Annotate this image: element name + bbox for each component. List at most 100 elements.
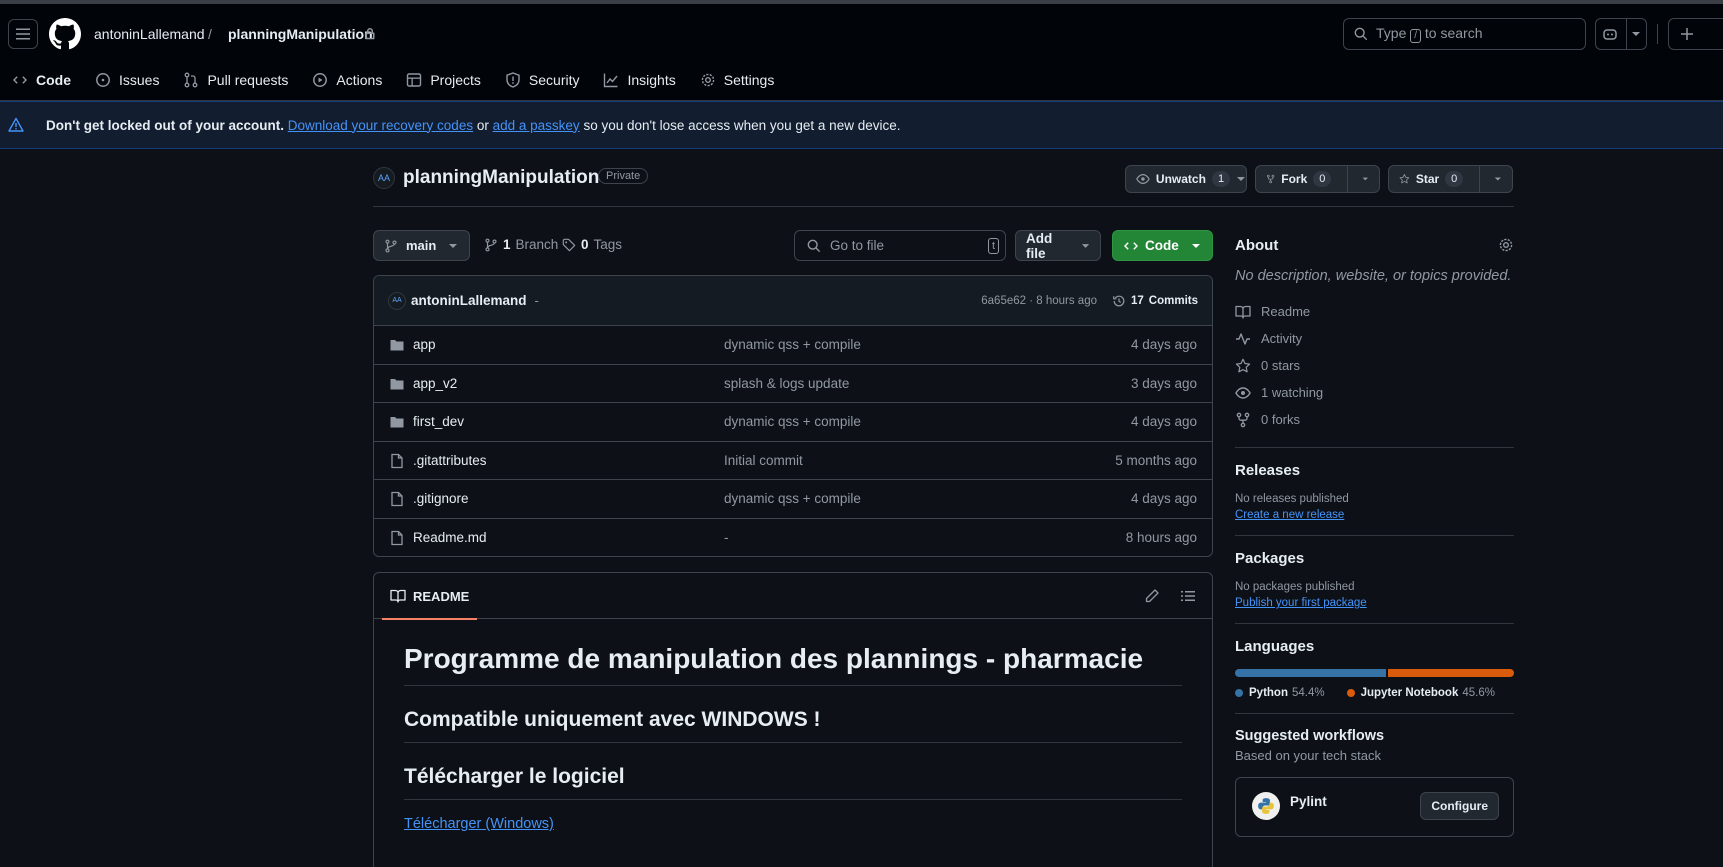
- file-row[interactable]: Readme.md - 8 hours ago: [374, 519, 1212, 557]
- activity-link[interactable]: Activity: [1235, 325, 1514, 352]
- about-description: No description, website, or topics provi…: [1235, 268, 1512, 284]
- tags-link[interactable]: 0 Tags: [562, 237, 622, 252]
- github-logo-icon[interactable]: [49, 18, 81, 50]
- list-outline-icon[interactable]: [1180, 588, 1196, 604]
- tab-security[interactable]: Security: [497, 63, 588, 97]
- repo-nav-tabs: Code Issues Pull requests Actions Projec…: [0, 63, 786, 105]
- commit-hash-time[interactable]: 6a65e62 · 8 hours ago: [981, 295, 1097, 307]
- tab-projects[interactable]: Projects: [398, 63, 489, 97]
- book-icon: [390, 589, 406, 603]
- file-commit-message[interactable]: splash & logs update: [724, 376, 849, 391]
- tab-insights[interactable]: Insights: [595, 63, 683, 97]
- forks-link[interactable]: 0 forks: [1235, 406, 1514, 433]
- file-commit-message[interactable]: dynamic qss + compile: [724, 337, 861, 352]
- add-passkey-link[interactable]: add a passkey: [493, 118, 580, 133]
- language-bar-python: [1235, 669, 1386, 677]
- python-logo-icon: [1252, 792, 1280, 820]
- add-file-button[interactable]: Add file: [1015, 230, 1101, 261]
- language-jupyter[interactable]: Jupyter Notebook 45.6%: [1346, 687, 1495, 699]
- file-commit-message[interactable]: Initial commit: [724, 453, 803, 468]
- readme-link[interactable]: Readme: [1235, 298, 1514, 325]
- readme-panel: README Programme de manipulation des pla…: [373, 572, 1213, 867]
- go-to-file-input[interactable]: Go to file t: [794, 230, 1006, 261]
- file-date: 4 days ago: [1130, 491, 1197, 507]
- workflows-subtitle: Based on your tech stack: [1235, 748, 1381, 763]
- download-link[interactable]: Télécharger (Windows): [404, 816, 554, 832]
- file-row[interactable]: first_dev dynamic qss + compile 4 days a…: [374, 403, 1212, 442]
- packages-title[interactable]: Packages: [1235, 550, 1514, 567]
- releases-title[interactable]: Releases: [1235, 462, 1514, 479]
- create-release-link[interactable]: Create a new release: [1235, 509, 1344, 521]
- breadcrumb-repo[interactable]: planningManipulation: [228, 26, 373, 42]
- publish-package-link[interactable]: Publish your first package: [1235, 597, 1367, 609]
- gear-icon[interactable]: [1498, 237, 1514, 253]
- pencil-icon[interactable]: [1144, 588, 1160, 604]
- readme-heading-download: Télécharger le logiciel: [404, 765, 1182, 800]
- file-row[interactable]: .gitignore dynamic qss + compile 4 days …: [374, 480, 1212, 519]
- chevron-down-icon: [1191, 243, 1200, 248]
- tab-code[interactable]: Code: [4, 63, 79, 104]
- python-dot: [1235, 689, 1243, 697]
- repo-title[interactable]: planningManipulation: [403, 167, 599, 189]
- tab-issues[interactable]: Issues: [87, 63, 167, 97]
- file-name[interactable]: first_dev: [413, 414, 464, 429]
- about-title: About: [1235, 236, 1279, 254]
- commits-link[interactable]: 17 Commits: [1112, 294, 1198, 308]
- configure-button[interactable]: Configure: [1420, 792, 1499, 820]
- commit-message[interactable]: -: [535, 293, 539, 308]
- tags-count: 0: [581, 237, 589, 252]
- workflow-card: Pylint Configure: [1235, 777, 1514, 837]
- file-name[interactable]: Readme.md: [413, 530, 487, 545]
- commit-author[interactable]: antoninLallemand: [411, 293, 527, 308]
- author-avatar[interactable]: AA: [388, 291, 406, 310]
- search-icon: [1354, 27, 1368, 41]
- file-name[interactable]: .gitignore: [413, 491, 469, 506]
- branches-link[interactable]: 1 Branch: [484, 237, 558, 252]
- file-row[interactable]: app_v2 splash & logs update 3 days ago: [374, 365, 1212, 403]
- language-bar-jupyter: [1387, 669, 1514, 677]
- stars-link[interactable]: 0 stars: [1235, 352, 1514, 379]
- file-row[interactable]: .gitattributes Initial commit 5 months a…: [374, 442, 1212, 480]
- branch-selector[interactable]: main: [373, 230, 470, 261]
- breadcrumb-separator: /: [208, 26, 212, 42]
- tab-pull-requests[interactable]: Pull requests: [175, 63, 296, 97]
- releases-empty-text: No releases published: [1235, 493, 1349, 505]
- readme-heading-1: Programme de manipulation des plannings …: [404, 643, 1182, 686]
- file-name[interactable]: app_v2: [413, 376, 457, 391]
- file-commit-message[interactable]: -: [724, 530, 729, 545]
- tab-actions[interactable]: Actions: [304, 63, 390, 97]
- readme-header: README: [374, 573, 1212, 620]
- copilot-button[interactable]: [1595, 18, 1647, 50]
- recovery-codes-link[interactable]: Download your recovery codes: [288, 118, 473, 133]
- global-search-input[interactable]: Type / to search: [1343, 18, 1586, 50]
- file-row[interactable]: app dynamic qss + compile 4 days ago: [374, 326, 1212, 365]
- folder-icon: [390, 378, 404, 389]
- search-icon: [807, 239, 821, 252]
- tab-security-label: Security: [528, 72, 580, 88]
- packages-empty-text: No packages published: [1235, 581, 1355, 593]
- create-new-button[interactable]: [1668, 18, 1723, 50]
- file-date: 8 hours ago: [1125, 530, 1197, 546]
- chevron-down-icon: [1363, 177, 1369, 181]
- star-icon: [1235, 358, 1251, 372]
- file-commit-message[interactable]: dynamic qss + compile: [724, 491, 861, 506]
- tab-settings[interactable]: Settings: [692, 63, 783, 97]
- code-button[interactable]: Code: [1112, 230, 1213, 261]
- star-button[interactable]: Star 0: [1388, 165, 1513, 193]
- fork-button[interactable]: Fork 0: [1255, 165, 1380, 193]
- owner-avatar[interactable]: AA: [373, 167, 395, 189]
- workflow-name: Pylint: [1290, 794, 1327, 809]
- watching-link[interactable]: 1 watching: [1235, 379, 1514, 406]
- file-name[interactable]: app: [413, 337, 436, 352]
- gear-icon: [701, 73, 715, 87]
- file-commit-message[interactable]: dynamic qss + compile: [724, 414, 861, 429]
- breadcrumb-owner[interactable]: antoninLallemand: [94, 26, 205, 42]
- language-python[interactable]: Python 54.4%: [1235, 687, 1325, 699]
- activity-link-label: Activity: [1261, 331, 1303, 346]
- file-icon: [391, 453, 403, 468]
- readme-tab[interactable]: README: [382, 573, 478, 620]
- file-name[interactable]: .gitattributes: [413, 453, 487, 468]
- file-date: 4 days ago: [1130, 414, 1197, 430]
- menu-button[interactable]: [8, 19, 38, 49]
- watch-button[interactable]: Unwatch 1: [1125, 165, 1247, 193]
